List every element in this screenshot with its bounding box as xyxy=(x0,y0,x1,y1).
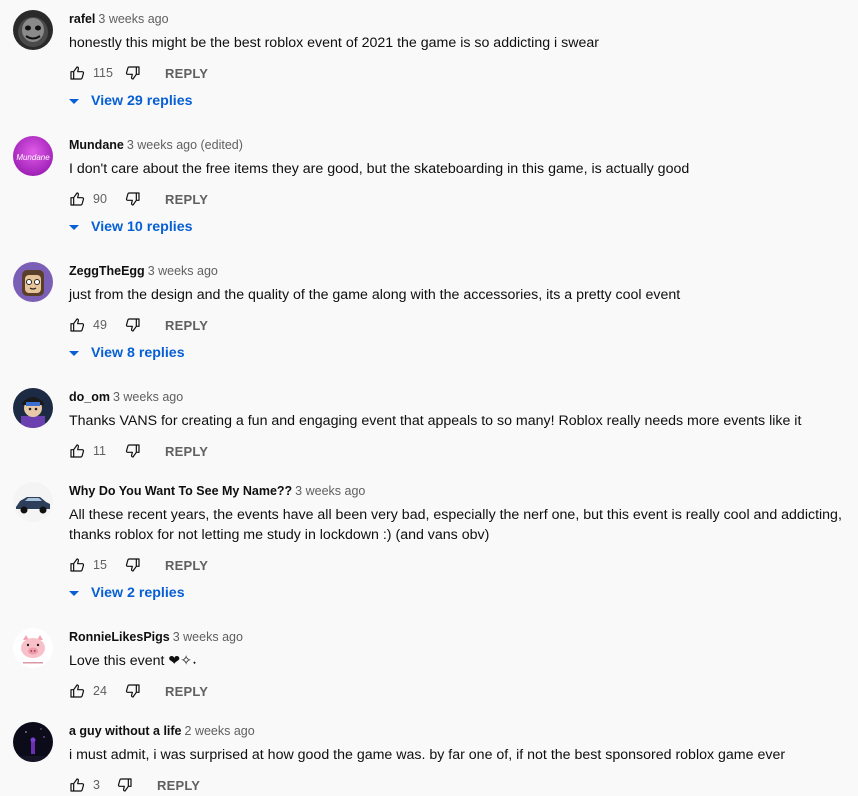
dark-night-avatar-icon xyxy=(13,722,53,762)
like-count: 24 xyxy=(93,684,107,698)
like-thumb-icon[interactable] xyxy=(69,317,85,333)
purple-cartoon-face-avatar-icon xyxy=(13,262,53,302)
comments-section: rafel 3 weeks ago honestly this might be … xyxy=(0,0,858,796)
comment-text: just from the design and the quality of … xyxy=(69,287,681,303)
comment-time[interactable]: 3 weeks ago xyxy=(295,484,365,498)
reply-button[interactable]: REPLY xyxy=(165,318,208,333)
dislike-thumb-icon[interactable] xyxy=(117,777,133,793)
avatar[interactable] xyxy=(13,628,53,668)
view-replies-label: View 8 replies xyxy=(91,345,185,361)
reply-button[interactable]: REPLY xyxy=(165,66,208,81)
dislike-thumb-icon[interactable] xyxy=(125,191,141,207)
reply-button[interactable]: REPLY xyxy=(165,558,208,573)
caret-down-icon xyxy=(69,350,79,356)
like-thumb-icon[interactable] xyxy=(69,557,85,573)
caret-down-icon xyxy=(69,224,79,230)
car-avatar-icon xyxy=(13,482,53,522)
comment-time[interactable]: 3 weeks ago (edited) xyxy=(127,138,243,152)
view-replies-button[interactable]: View 8 replies xyxy=(69,343,850,363)
view-replies-label: View 2 replies xyxy=(91,585,185,601)
view-replies-button[interactable]: View 2 replies xyxy=(69,583,850,603)
comment-author[interactable]: a guy without a life xyxy=(69,724,182,738)
caret-down-icon xyxy=(69,590,79,596)
view-replies-label: View 10 replies xyxy=(91,219,193,235)
reply-button[interactable]: REPLY xyxy=(165,444,208,459)
like-count: 90 xyxy=(93,192,107,206)
avatar[interactable] xyxy=(13,482,53,522)
like-thumb-icon[interactable] xyxy=(69,443,85,459)
dislike-thumb-icon[interactable] xyxy=(125,683,141,699)
comment-text: I don't care about the free items they a… xyxy=(69,161,690,177)
dislike-thumb-icon[interactable] xyxy=(125,65,141,81)
caret-down-icon xyxy=(69,98,79,104)
view-replies-button[interactable]: View 10 replies xyxy=(69,217,850,237)
comment-author[interactable]: ZeggTheEgg xyxy=(69,264,145,278)
like-count: 15 xyxy=(93,558,107,572)
comment-author[interactable]: Mundane xyxy=(69,138,124,152)
reply-button[interactable]: REPLY xyxy=(165,192,208,207)
dark-masked-character-avatar-icon xyxy=(13,10,53,50)
view-replies-label: View 29 replies xyxy=(91,93,193,109)
comment-text: honestly this might be the best roblox e… xyxy=(69,35,599,51)
mundane-avatar-text: Mundane xyxy=(16,153,50,162)
like-count: 49 xyxy=(93,318,107,332)
reply-button[interactable]: REPLY xyxy=(165,684,208,699)
like-thumb-icon[interactable] xyxy=(69,65,85,81)
comment-time[interactable]: 3 weeks ago xyxy=(113,390,183,404)
comment-text: Thanks VANS for creating a fun and engag… xyxy=(69,413,802,429)
avatar[interactable]: Mundane xyxy=(13,136,53,176)
comment-text: i must admit, i was surprised at how goo… xyxy=(69,747,786,763)
avatar[interactable] xyxy=(13,262,53,302)
avatar[interactable] xyxy=(13,722,53,762)
dislike-thumb-icon[interactable] xyxy=(125,443,141,459)
reply-button[interactable]: REPLY xyxy=(157,778,200,793)
purple-mundane-logo-avatar-icon: Mundane xyxy=(13,136,53,176)
comment-author[interactable]: rafel xyxy=(69,12,95,26)
dislike-thumb-icon[interactable] xyxy=(125,317,141,333)
comment-time[interactable]: 3 weeks ago xyxy=(173,630,243,644)
avatar[interactable] xyxy=(13,10,53,50)
comment-text: All these recent years, the events have … xyxy=(69,507,842,543)
capped-character-avatar-icon xyxy=(13,388,53,428)
comment-author[interactable]: Why Do You Want To See My Name?? xyxy=(69,484,292,498)
comment-time[interactable]: 3 weeks ago xyxy=(98,12,168,26)
view-replies-button[interactable]: View 29 replies xyxy=(69,91,850,111)
like-count: 115 xyxy=(93,66,113,80)
pig-avatar-icon xyxy=(13,628,53,668)
dislike-thumb-icon[interactable] xyxy=(125,557,141,573)
comment-time[interactable]: 2 weeks ago xyxy=(185,724,255,738)
like-thumb-icon[interactable] xyxy=(69,777,85,793)
comment-author[interactable]: do_om xyxy=(69,390,110,404)
like-thumb-icon[interactable] xyxy=(69,683,85,699)
avatar[interactable] xyxy=(13,388,53,428)
comment-text: Love this event ❤︎✧˖ xyxy=(69,653,197,669)
like-thumb-icon[interactable] xyxy=(69,191,85,207)
comment-time[interactable]: 3 weeks ago xyxy=(148,264,218,278)
like-count: 3 xyxy=(93,778,100,792)
comment-author[interactable]: RonnieLikesPigs xyxy=(69,630,170,644)
like-count: 11 xyxy=(93,444,106,458)
